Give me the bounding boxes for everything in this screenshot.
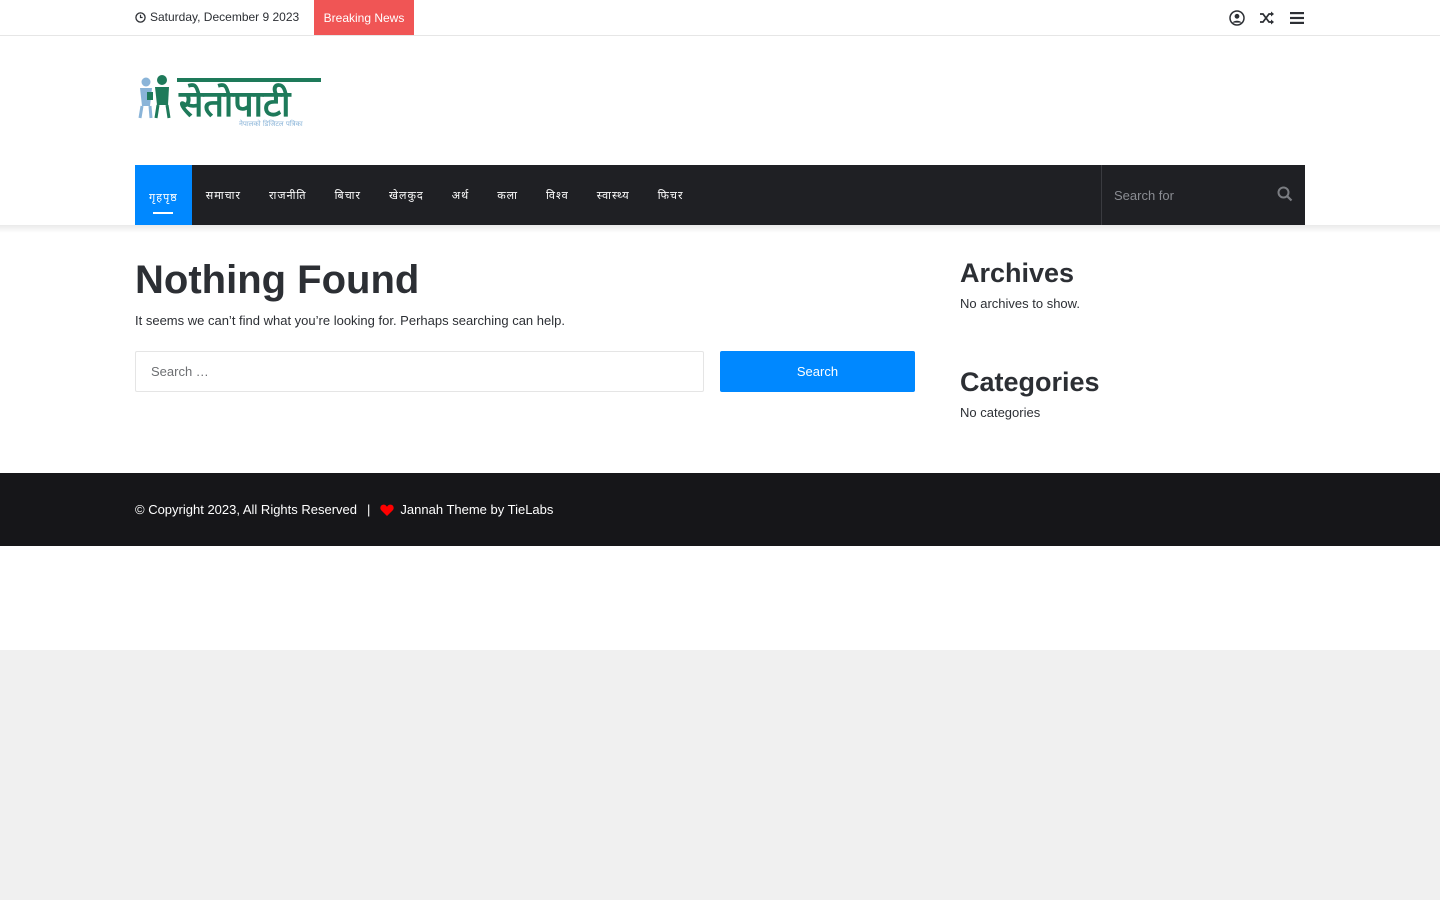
- nav-search: [1101, 165, 1305, 225]
- categories-widget-text: No categories: [960, 405, 1041, 420]
- topbar-icons: [1229, 0, 1305, 35]
- nav-search-input[interactable]: [1112, 186, 1276, 204]
- logo-image: सेतोपाटी नेपालको डिजिटल पत्रिका: [138, 75, 321, 128]
- archives-widget-text: No archives to show.: [960, 296, 1080, 311]
- nav-menu: गृहपृष्ठ समाचार राजनीति बिचार खेलकुद अर्थ कला व…: [135, 165, 698, 230]
- copyright-text: © Copyright 2023, All Rights Reserved: [135, 502, 358, 517]
- nav-item-8[interactable]: विश्व: [532, 165, 583, 225]
- search-form: Search: [135, 351, 915, 392]
- nav-item-5[interactable]: खेलकुद: [375, 165, 438, 225]
- user-login-icon[interactable]: [1229, 9, 1245, 26]
- not-found-message: It seems we can’t find what you’re looki…: [135, 313, 565, 328]
- logo-tagline: नेपालको डिजिटल पत्रिका: [239, 119, 303, 128]
- site-footer: © Copyright 2023, All Rights Reserved | …: [0, 473, 1440, 546]
- nav-item-4[interactable]: बिचार: [321, 165, 375, 225]
- archives-widget-title: Archives: [960, 258, 1075, 288]
- random-shuffle-icon[interactable]: [1259, 10, 1275, 26]
- theme-credit-link[interactable]: Jannah Theme by TieLabs: [400, 502, 553, 517]
- heart-icon: [380, 504, 395, 516]
- search-icon[interactable]: [1277, 186, 1293, 202]
- nav-shadow: [0, 225, 1440, 233]
- nav-item-7[interactable]: कला: [483, 165, 532, 225]
- breaking-news-label[interactable]: Breaking News: [314, 0, 414, 35]
- nav-item-9[interactable]: स्वास्थ्य: [583, 165, 644, 225]
- nav-item-10[interactable]: फिचर: [644, 165, 698, 225]
- page-title: Nothing Found: [135, 258, 420, 302]
- footer-copyright-line: © Copyright 2023, All Rights Reserved | …: [135, 502, 553, 517]
- top-bar: Saturday, December 9 2023 Breaking News: [0, 0, 1440, 36]
- menu-icon[interactable]: [1289, 10, 1305, 26]
- search-button[interactable]: Search: [720, 351, 915, 392]
- nav-item-2[interactable]: समाचार: [192, 165, 255, 225]
- nav-item-3[interactable]: राजनीति: [255, 165, 321, 225]
- logo-wordmark: सेतोपाटी: [178, 83, 292, 125]
- date-text: Saturday, December 9 2023: [150, 10, 300, 24]
- site-logo[interactable]: सेतोपाटी नेपालको डिजिटल पत्रिका: [135, 72, 325, 130]
- nav-item-6[interactable]: अर्थ: [438, 165, 483, 225]
- date-display: Saturday, December 9 2023: [135, 10, 299, 24]
- clock-icon: [135, 11, 146, 23]
- nav-item-1[interactable]: गृहपृष्ठ: [135, 165, 192, 230]
- search-input[interactable]: [135, 351, 704, 392]
- categories-widget-title: Categories: [960, 367, 1100, 397]
- footer-separator: |: [367, 502, 371, 517]
- main-navigation: गृहपृष्ठ समाचार राजनीति बिचार खेलकुद अर्थ कला व…: [135, 165, 1305, 230]
